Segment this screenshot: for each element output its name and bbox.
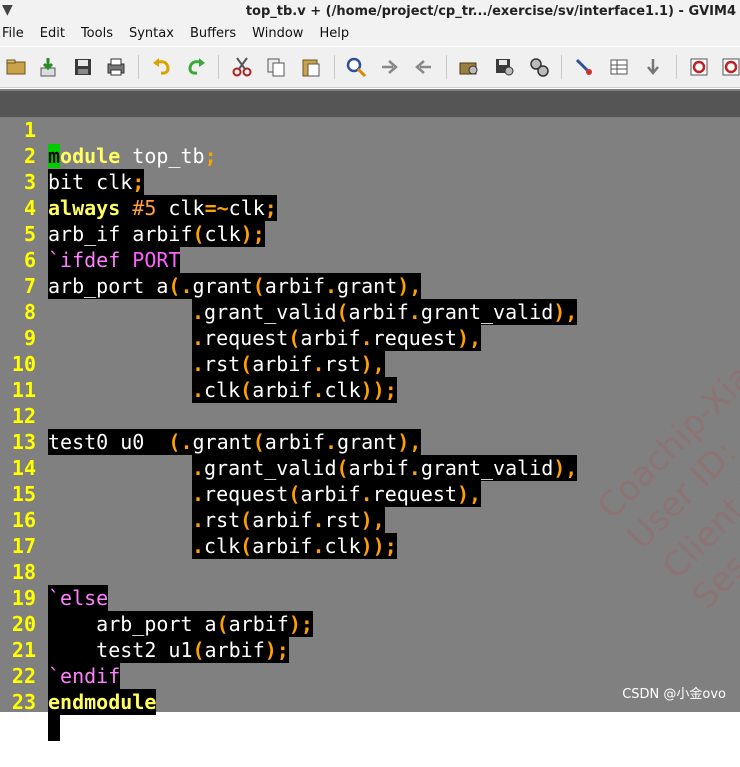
code-line[interactable]: 14 .request(arbif.request), xyxy=(0,429,740,507)
toolbar-separator xyxy=(334,55,335,79)
window-titlebar: ▼ top_tb.v + (/home/project/cp_tr.../exe… xyxy=(0,0,740,22)
code-line[interactable]: 20 test2 u1(arbif); xyxy=(0,585,740,663)
toolbar-separator xyxy=(218,55,219,79)
menu-buffers[interactable]: Buffers xyxy=(190,22,236,46)
help-icon[interactable] xyxy=(687,55,711,79)
app-icon: ▼ xyxy=(2,2,13,18)
save-icon[interactable] xyxy=(71,55,95,79)
tags-icon[interactable] xyxy=(607,55,631,79)
make-icon[interactable] xyxy=(572,55,596,79)
print-icon[interactable] xyxy=(104,55,128,79)
menu-file[interactable]: File xyxy=(2,22,24,46)
menu-tools[interactable]: Tools xyxy=(81,22,113,46)
line-number: 23 xyxy=(11,690,36,714)
back-icon[interactable] xyxy=(411,55,435,79)
redo-icon[interactable] xyxy=(184,55,208,79)
save-download-icon[interactable] xyxy=(36,55,60,79)
find-help-icon[interactable] xyxy=(719,55,740,79)
jump-tag-icon[interactable] xyxy=(641,55,665,79)
code-line[interactable]: 7 .grant_valid(arbif.grant_valid), xyxy=(0,247,740,325)
code-line[interactable]: 12 test0 u0 (.grant(arbif.grant), xyxy=(0,377,740,455)
code-line[interactable]: 2 bit clk; xyxy=(0,117,740,195)
code-line[interactable]: 11 xyxy=(0,351,740,402)
toolbar xyxy=(0,47,740,88)
menu-help[interactable]: Help xyxy=(319,22,349,46)
forward-icon[interactable] xyxy=(378,55,402,79)
code-line[interactable]: 4 arb_if arbif(clk); xyxy=(0,169,740,247)
menu-window[interactable]: Window xyxy=(252,22,303,46)
toolbar-separator xyxy=(138,55,139,79)
cut-icon[interactable] xyxy=(230,55,254,79)
code-line[interactable]: 1 module top_tb; xyxy=(0,91,740,168)
code-line[interactable]: 13 .grant_valid(arbif.grant_valid), xyxy=(0,403,740,481)
save-session-icon[interactable] xyxy=(492,55,516,79)
window-title: top_tb.v + (/home/project/cp_tr.../exerc… xyxy=(245,4,736,19)
code-line[interactable]: 8 .request(arbif.request), xyxy=(0,273,740,351)
open-icon[interactable] xyxy=(4,55,28,79)
run-script-icon[interactable] xyxy=(527,55,551,79)
undo-icon[interactable] xyxy=(150,55,174,79)
find-replace-icon[interactable] xyxy=(344,55,368,79)
code-line[interactable]: 22 endmodule xyxy=(0,637,740,715)
line-text: endmodule xyxy=(48,689,157,715)
code-line[interactable]: 5 `ifdef PORT xyxy=(0,195,740,273)
csdn-credit: CSDN @小金ovo xyxy=(622,687,726,702)
code-line[interactable]: 6 arb_port a(.grant(arbif.grant), xyxy=(0,221,740,299)
menu-bar: File Edit Tools Syntax Buffers Window He… xyxy=(0,22,740,46)
load-session-icon[interactable] xyxy=(457,55,481,79)
copy-icon[interactable] xyxy=(264,55,288,79)
code-editor[interactable]: 1 module top_tb; 2 bit clk; 3 always #5 … xyxy=(0,89,740,741)
code-line[interactable]: 9 .rst(arbif.rst), xyxy=(0,299,740,377)
code-line[interactable]: 21 `endif xyxy=(0,611,740,689)
code-line[interactable]: 3 always #5 clk=~clk; xyxy=(0,143,740,221)
toolbar-separator xyxy=(676,55,677,79)
toolbar-separator xyxy=(446,55,447,79)
code-line[interactable]: 10 .clk(arbif.clk)); xyxy=(0,325,740,403)
toolbar-separator xyxy=(561,55,562,79)
menu-syntax[interactable]: Syntax xyxy=(129,22,174,46)
line-text xyxy=(48,715,60,741)
paste-icon[interactable] xyxy=(299,55,323,79)
menu-edit[interactable]: Edit xyxy=(40,22,65,46)
code-line[interactable]: 19 arb_port a(arbif); xyxy=(0,559,740,637)
